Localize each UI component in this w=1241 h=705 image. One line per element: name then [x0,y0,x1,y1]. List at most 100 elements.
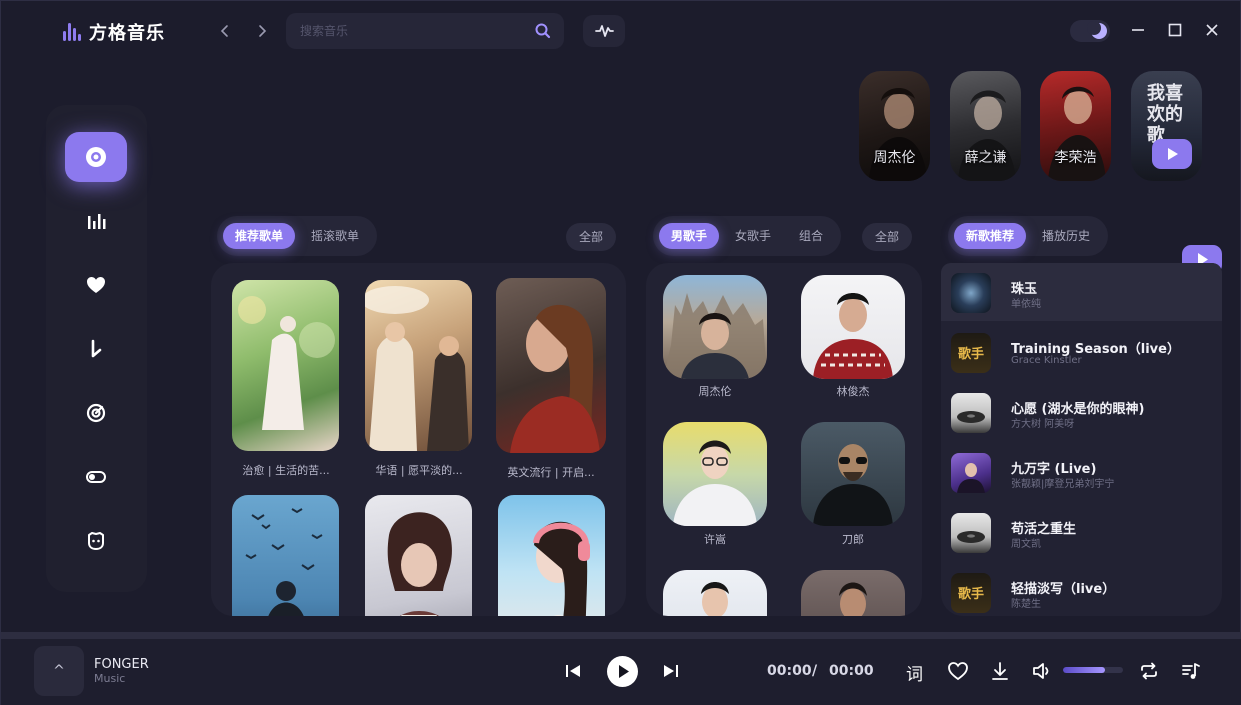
chart-bars-icon [88,214,106,229]
song-cover [951,513,991,553]
volume-slider[interactable] [1063,667,1123,673]
tab-male-singers[interactable]: 男歌手 [659,223,720,249]
singer-card[interactable]: 薛之谦 [950,71,1021,181]
sidebar-item-profile[interactable] [65,516,127,566]
artists-all-button[interactable]: 全部 [862,223,913,251]
time-separator: / [812,663,818,679]
artist-avatar[interactable] [801,275,905,379]
search-icon[interactable] [534,22,552,40]
play-pause-button[interactable] [607,656,638,687]
close-icon [1206,24,1218,36]
heart-icon [87,277,105,293]
playlist-cover[interactable] [365,495,472,616]
song-row[interactable]: 歌手 Training Season（live） Grace Kinstler [941,323,1222,381]
chevron-left-icon [220,25,228,37]
speaker-icon [1033,663,1049,679]
playlist-title[interactable]: 英文流行 | 开启... [491,464,611,480]
artist-avatar[interactable] [663,275,767,379]
song-row[interactable]: 心愿 (湖水是你的眼神) 方大树 阿美呀 [941,383,1222,441]
playlist-queue-button[interactable] [1179,660,1203,682]
song-row[interactable]: 珠玉 单依纯 [941,263,1222,321]
song-cover [951,393,991,433]
playlist-tabs: 推荐歌单 摇滚歌单 [217,216,378,256]
artist-name[interactable]: 刀郎 [801,531,905,547]
tab-rock-playlists[interactable]: 摇滚歌单 [299,223,371,249]
sidebar-item-charts[interactable] [65,196,127,246]
toggle-icon [86,471,106,483]
volume-button[interactable] [1030,660,1054,682]
song-row[interactable]: 九万字 (Live) 张靓颖|摩登兄弟刘宇宁 [941,443,1222,501]
song-row[interactable]: 歌手 轻描淡写（live） 陈楚生 [941,563,1222,616]
next-button[interactable] [659,660,683,682]
sidebar-item-settings[interactable] [65,452,127,502]
audio-recognition-button[interactable] [583,15,625,47]
playlist-cover[interactable] [498,495,605,616]
theme-toggle[interactable] [1070,20,1110,42]
playlist-title[interactable]: 华语 | 愿平淡的... [359,462,479,478]
tab-play-history[interactable]: 播放历史 [1030,223,1102,249]
singer-name: 周杰伦 [873,150,916,166]
minimize-icon [1132,29,1144,31]
song-artist: Grace Kinstler [1011,355,1082,366]
singer-card[interactable]: 李荣浩 [1040,71,1111,181]
artist-name[interactable]: 许嵩 [663,531,767,547]
maximize-button[interactable] [1164,19,1186,41]
sidebar [46,105,147,592]
playlists-all-button[interactable]: 全部 [566,223,617,251]
song-cover [951,453,991,493]
close-button[interactable] [1201,19,1223,41]
sidebar-item-discover[interactable] [65,132,127,182]
sidebar-item-downloads[interactable] [65,324,127,374]
tab-recommended-playlists[interactable]: 推荐歌单 [223,223,296,249]
skip-next-icon [664,665,678,677]
tab-groups[interactable]: 组合 [787,223,835,249]
download-button[interactable] [988,660,1012,682]
search-input[interactable] [300,21,520,41]
playlist-title[interactable]: 治愈 | 生活的苦... [226,462,346,478]
sidebar-item-favorites[interactable] [65,260,127,310]
artist-avatar[interactable] [801,422,905,526]
heart-outline-icon [948,662,968,681]
song-tabs: 新歌推荐 播放历史 [948,216,1109,256]
lyrics-button[interactable]: 词 [906,660,923,685]
song-artist: 单依纯 [1011,299,1041,310]
artist-name[interactable]: 林俊杰 [801,383,905,399]
repeat-button[interactable] [1137,660,1161,682]
play-icon [1168,148,1178,160]
back-button[interactable] [216,21,234,41]
artist-panel: 周杰伦 林俊杰 许嵩 刀郎 [646,263,922,616]
minimize-button[interactable] [1127,19,1149,41]
now-playing-cover[interactable]: ^ [34,646,84,696]
singer-card[interactable]: 周杰伦 [859,71,930,181]
playlist-cover[interactable] [232,495,339,616]
artist-tabs: 男歌手 女歌手 组合 [653,216,842,256]
disc-icon [86,147,106,167]
sidebar-item-radio[interactable] [65,388,127,438]
play-icon [619,665,629,678]
song-cover: 歌手 [951,333,991,373]
artist-name[interactable]: 周杰伦 [663,383,767,399]
previous-button[interactable] [561,660,585,682]
app-logo: 方格音乐 [63,19,165,45]
playlist-cover[interactable] [232,280,339,451]
artist-avatar[interactable] [801,570,905,616]
playlist-cover[interactable] [496,278,606,453]
my-likes-card[interactable]: 我喜欢的歌 [1131,71,1202,181]
my-likes-play-button[interactable] [1152,139,1192,169]
like-button[interactable] [946,660,970,682]
moon-icon [1087,21,1107,39]
track-subtitle: Music [94,672,126,685]
maximize-icon [1168,23,1182,37]
song-artist: 方大树 阿美呀 [1011,419,1075,430]
app-window: 方格音乐 搜索音乐 周杰伦 薛之谦 李荣浩 我喜欢的歌 推荐歌单 摇滚歌单 全部… [0,0,1241,705]
tab-female-singers[interactable]: 女歌手 [723,223,783,249]
tab-new-songs[interactable]: 新歌推荐 [954,223,1027,249]
artist-avatar[interactable] [663,570,767,616]
forward-button[interactable] [253,21,271,41]
singer-name: 薛之谦 [964,150,1007,166]
song-row[interactable]: 苟活之重生 周文凯 [941,503,1222,561]
download-icon [992,662,1008,680]
playlist-cover[interactable] [365,280,472,451]
artist-avatar[interactable] [663,422,767,526]
playlist-panel: 治愈 | 生活的苦... 华语 | 愿平淡的... 英文流行 | 开启... [211,263,626,616]
